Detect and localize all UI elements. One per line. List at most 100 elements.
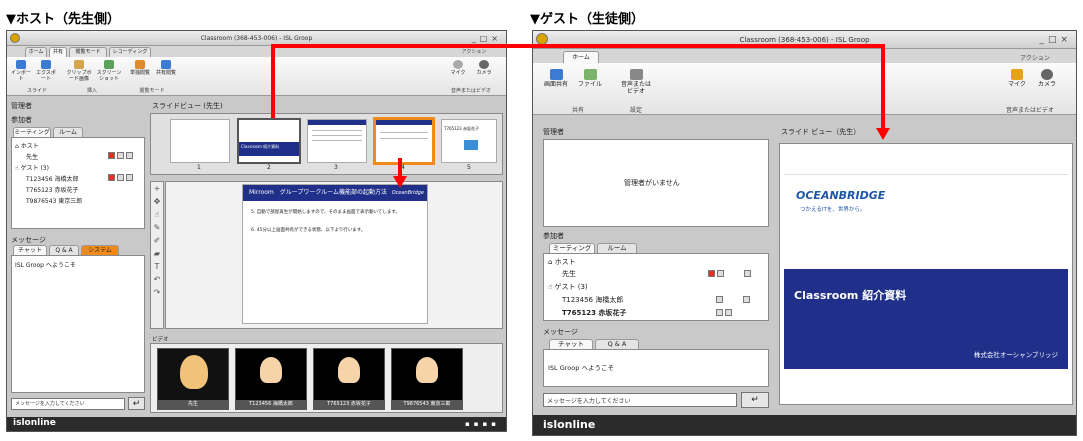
participant-guest-1[interactable]: T123456 海橋太郎: [562, 295, 762, 305]
tab-share[interactable]: 共有: [49, 47, 67, 57]
guest-main-slide-area: OCEANBRIDGE つかえるITを、世界から。 Classroom 紹介資料…: [779, 143, 1073, 405]
annotation-arrow-line: [271, 44, 275, 118]
action-label: アクション: [1020, 55, 1050, 62]
thumbnail-2[interactable]: Classroom 紹介資料: [237, 118, 301, 164]
av-settings-button[interactable]: 音声または ビデオ: [621, 69, 651, 95]
pointer-tool-icon[interactable]: +: [151, 182, 163, 195]
host-participants-title: 参加者: [11, 116, 32, 124]
host-role-row: ⌂ ホスト: [548, 258, 576, 266]
guest-message-title: メッセージ: [543, 328, 578, 336]
status-icon: [126, 152, 133, 159]
slide-line-1: 5. 自動で部屋再生が開始しますので、そのまま画面で表示動いてします。: [251, 210, 400, 215]
host-tab-meeting[interactable]: ミーティング: [13, 127, 51, 137]
tab-view-mode[interactable]: 閲覧モード: [69, 47, 107, 57]
action-label: アクション: [461, 49, 487, 55]
user-icon: [717, 269, 724, 277]
highlighter-tool-icon[interactable]: ✐: [151, 234, 163, 247]
host-tab-room[interactable]: ルーム: [53, 127, 83, 137]
host-admin-title: 管理者: [11, 102, 32, 110]
screen-share-button[interactable]: 画面共有: [541, 69, 571, 88]
person-icon: [725, 308, 732, 316]
guest-avatar-icon: [416, 357, 438, 383]
host-tab-qa[interactable]: Q & A: [49, 245, 79, 255]
tab-home[interactable]: ホーム: [25, 47, 47, 57]
guest-avatar-icon: [260, 357, 282, 383]
participant-guest-1[interactable]: T123456 海橋太郎: [26, 174, 142, 183]
host-message-title: メッセージ: [11, 236, 46, 244]
participant-guest-2[interactable]: T765123 赤坂花子: [562, 308, 762, 318]
group-view-label: 閲覧モード: [139, 88, 165, 94]
participant-teacher[interactable]: 先生: [26, 152, 142, 161]
guest-tab-qa[interactable]: Q & A: [595, 339, 639, 349]
screenshot-icon: [104, 60, 114, 69]
camera-button[interactable]: カメラ: [474, 60, 494, 76]
host-tab-chat[interactable]: チャット: [13, 245, 47, 255]
participant-guest-2[interactable]: T765123 赤坂花子: [26, 185, 78, 194]
participant-guest-3[interactable]: T9876543 東京三郎: [26, 196, 82, 205]
host-tab-system[interactable]: システム: [81, 245, 119, 255]
host-main-slide-area: Mirroom グループワークルーム機能部の起動方法 OceanBridge 5…: [165, 181, 503, 329]
host-ribbon: インポート エクスポート クリップボード画像 スクリーンショット 単独閲覧 共有…: [7, 49, 506, 96]
shared-view-button[interactable]: 共有閲覧: [154, 60, 178, 76]
text-tool-icon[interactable]: T: [151, 260, 163, 273]
app-logo-icon: [10, 33, 20, 43]
thumbnail-number: 3: [334, 164, 338, 171]
guest-slide-view-title: スライド ビュー（先生）: [781, 128, 861, 136]
brand-logo: OCEANBRIDGE: [796, 189, 886, 202]
thumbnail-2-title: Classroom 紹介資料: [239, 142, 299, 156]
guest-chat-area: ISL Groop へようこそ: [543, 349, 769, 387]
import-button[interactable]: インポート: [10, 60, 32, 82]
camera-button[interactable]: カメラ: [1035, 69, 1059, 88]
fill-tool-icon[interactable]: ▰: [151, 247, 163, 260]
file-button[interactable]: ファイル: [577, 69, 603, 88]
thumbnail-5[interactable]: T765123 赤坂花子: [441, 119, 497, 163]
thumbnail-1[interactable]: [170, 119, 230, 163]
tab-home[interactable]: ホーム: [563, 51, 599, 63]
undo-icon[interactable]: ↶: [151, 273, 163, 286]
pen-tool-icon[interactable]: ✎: [151, 221, 163, 234]
guest-send-button[interactable]: ↵: [741, 392, 769, 408]
guest-tab-room[interactable]: ルーム: [597, 243, 637, 253]
guest-window: Classroom (368-453-006) - ISL Groop _□× …: [532, 30, 1077, 436]
host-participant-list: ⌂ ホスト 先生 ☝ ゲスト (3) T123456 海橋太郎 T765123 …: [11, 137, 145, 229]
guest-window-title: Classroom (368-453-006) - ISL Groop: [739, 36, 870, 44]
video-guest-3[interactable]: T9876543 東京三郎: [391, 348, 463, 410]
status-icon: [743, 295, 750, 303]
video-teacher[interactable]: 先生: [157, 348, 229, 410]
single-view-button[interactable]: 単独閲覧: [128, 60, 152, 76]
camera-icon: [1041, 69, 1053, 80]
mic-button[interactable]: マイク: [448, 60, 468, 76]
group-av-label: 音声またはビデオ: [1005, 107, 1054, 114]
host-window-title: Classroom (368-453-006) - ISL Groop: [200, 35, 313, 42]
clipboard-image-button[interactable]: クリップボード画像: [65, 60, 93, 82]
thumbnail-3[interactable]: [307, 119, 367, 163]
host-role-row: ⌂ ホスト: [15, 143, 39, 150]
annotation-arrow-line: [881, 44, 885, 130]
rec-icon[interactable]: [108, 152, 115, 159]
guest-participant-list: ⌂ ホスト 先生 ☝ ゲスト (3) T123456 海橋太郎 T765123 …: [543, 253, 769, 321]
import-icon: [16, 60, 26, 69]
window-controls[interactable]: _□×: [1039, 31, 1072, 49]
move-tool-icon[interactable]: ✥: [151, 195, 163, 208]
video-guest-2[interactable]: T765123 赤坂花子: [313, 348, 385, 410]
tab-recording[interactable]: レコーディング: [109, 47, 151, 57]
video-guest-1[interactable]: T123456 海橋太郎: [235, 348, 307, 410]
redo-icon[interactable]: ↷: [151, 286, 163, 299]
guest-caption: ▼ゲスト（生徒側）: [530, 12, 644, 27]
host-send-button[interactable]: ↵: [128, 397, 145, 410]
guest-message-input[interactable]: メッセージを入力してください: [543, 393, 737, 407]
hand-tool-icon[interactable]: ☝: [151, 208, 163, 221]
guest-tab-meeting[interactable]: ミーティング: [549, 243, 595, 253]
thumbnail-4-selected[interactable]: [373, 117, 435, 165]
thumbnail-number: 2: [267, 164, 271, 171]
status-icons[interactable]: ▪▪▪▪: [465, 420, 500, 428]
annotation-arrowhead: [876, 128, 890, 140]
host-message-input[interactable]: メッセージを入力してください: [11, 398, 125, 410]
user-icon: [117, 152, 124, 159]
rec-icon[interactable]: [108, 174, 115, 181]
participant-teacher[interactable]: 先生: [562, 269, 762, 279]
guest-tab-chat[interactable]: チャット: [549, 339, 593, 349]
export-button[interactable]: エクスポート: [34, 60, 58, 82]
mic-button[interactable]: マイク: [1005, 69, 1029, 88]
screenshot-button[interactable]: スクリーンショット: [95, 60, 123, 82]
